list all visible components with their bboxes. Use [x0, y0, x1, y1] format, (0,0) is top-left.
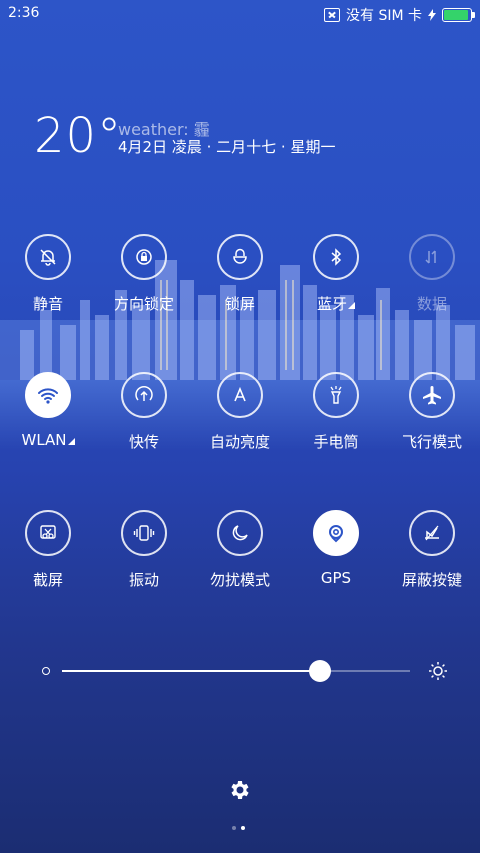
brightness-track-fill — [62, 670, 320, 672]
brightness-track[interactable] — [62, 670, 410, 672]
toggle-auto-brightness[interactable]: 自动亮度 — [192, 372, 288, 452]
charging-bolt-icon — [428, 9, 436, 21]
toggle-label: 屏蔽按键 — [401, 571, 462, 589]
brightness-high-icon — [429, 662, 447, 680]
toggle-label-text: 蓝牙 — [316, 295, 347, 313]
toggle-flashlight[interactable]: 手电筒 — [288, 372, 384, 452]
brightness-low-icon — [42, 667, 50, 675]
toggle-label: 方向锁定 — [113, 295, 174, 313]
toggle-label: 快传 — [128, 433, 159, 451]
brightness-knob[interactable] — [308, 660, 331, 682]
status-bar: 2:36 没有 SIM 卡 — [0, 0, 480, 28]
more-indicator-icon — [67, 438, 75, 445]
toggle-screenshot[interactable]: 截屏 — [0, 510, 96, 590]
toggle-vibrate[interactable]: 振动 — [96, 510, 192, 590]
toggle-gps[interactable]: GPS — [288, 510, 384, 587]
brightness-slider[interactable] — [40, 659, 448, 683]
flashlight-icon — [313, 372, 359, 418]
more-indicator-icon — [348, 302, 355, 309]
gps-icon — [313, 510, 359, 556]
data-icon — [409, 234, 455, 280]
toggle-label: 自动亮度 — [209, 433, 270, 451]
rotation-lock-icon — [121, 234, 167, 280]
battery-icon — [442, 8, 475, 22]
toggle-silent[interactable]: 静音 — [0, 234, 96, 314]
toggle-wlan[interactable]: WLAN — [0, 372, 96, 449]
auto-brightness-icon — [217, 372, 263, 418]
screenshot-icon — [25, 510, 71, 556]
lock-icon — [217, 234, 263, 280]
airplane-icon — [409, 372, 455, 418]
battery-level — [444, 10, 468, 20]
page-dot-1[interactable] — [232, 826, 236, 830]
toggle-bluetooth[interactable]: 蓝牙 — [288, 234, 384, 314]
settings-gear-icon[interactable] — [228, 778, 252, 802]
bluetooth-icon — [313, 234, 359, 280]
temperature: 20° — [34, 108, 123, 164]
toggle-label: 数据 — [416, 295, 447, 313]
wifi-icon — [25, 372, 71, 418]
toggle-label-text: WLAN — [21, 431, 67, 449]
no-sim-icon — [324, 8, 340, 22]
toggle-label: 静音 — [32, 295, 63, 313]
status-right: 没有 SIM 卡 — [324, 5, 475, 25]
block-keys-icon — [409, 510, 455, 556]
moon-icon — [217, 510, 263, 556]
toggle-label: 蓝牙 — [288, 293, 384, 314]
toggle-label: 手电筒 — [313, 433, 359, 451]
toggle-lock-screen[interactable]: 锁屏 — [192, 234, 288, 314]
toggle-label: 截屏 — [32, 571, 63, 589]
toggle-label: 锁屏 — [224, 295, 255, 313]
bell-off-icon — [25, 234, 71, 280]
toggle-label: 飞行模式 — [401, 433, 462, 451]
carrier-text: 没有 SIM 卡 — [346, 8, 422, 24]
vibrate-icon — [121, 510, 167, 556]
toggle-rotation-lock[interactable]: 方向锁定 — [96, 234, 192, 314]
toggle-label: 振动 — [128, 571, 159, 589]
toggle-mobile-data[interactable]: 数据 — [384, 234, 480, 314]
status-time: 2:36 — [8, 5, 40, 21]
toggle-label: 勿扰模式 — [209, 571, 270, 589]
page-indicator — [232, 826, 245, 830]
toggle-quick-transfer[interactable]: 快传 — [96, 372, 192, 452]
date-line: 4月2日 凌晨 · 二月十七 · 星期一 — [118, 138, 336, 156]
toggle-label: GPS — [320, 569, 352, 587]
quick-transfer-icon — [121, 372, 167, 418]
page-dot-2[interactable] — [241, 826, 245, 830]
toggle-label: WLAN — [0, 431, 96, 449]
toggle-airplane-mode[interactable]: 飞行模式 — [384, 372, 480, 452]
toggle-block-keys[interactable]: 屏蔽按键 — [384, 510, 480, 590]
toggle-do-not-disturb[interactable]: 勿扰模式 — [192, 510, 288, 590]
